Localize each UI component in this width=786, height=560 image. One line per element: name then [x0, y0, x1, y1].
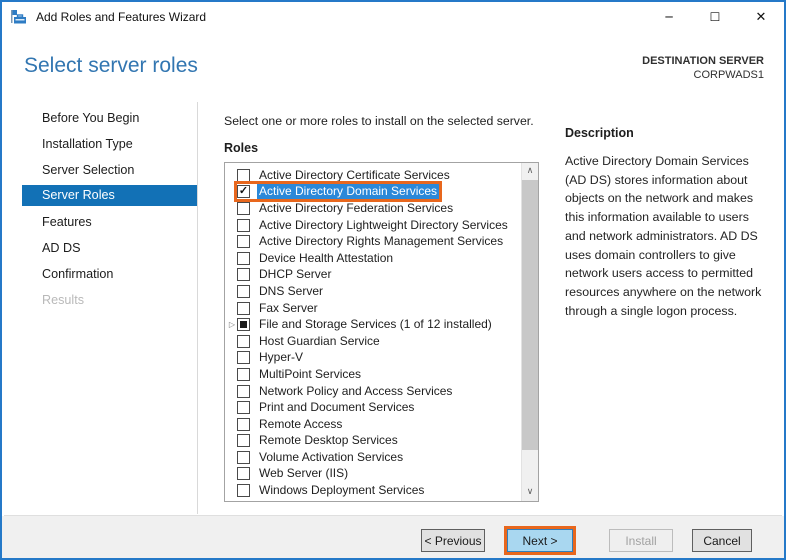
role-label: Fax Server: [259, 300, 318, 315]
sidebar-item-features[interactable]: Features: [2, 209, 197, 235]
role-row[interactable]: Fax Server: [225, 300, 521, 317]
role-row[interactable]: Remote Desktop Services: [225, 433, 521, 450]
role-row[interactable]: ▷ File and Storage Services (1 of 12 ins…: [225, 316, 521, 333]
role-label: Print and Document Services: [259, 400, 415, 415]
sidebar-item-confirmation[interactable]: Confirmation: [2, 261, 197, 287]
role-checkbox[interactable]: [237, 284, 250, 298]
role-row[interactable]: Remote Access: [225, 416, 521, 433]
close-button[interactable]: ✕: [738, 2, 784, 32]
role-row[interactable]: Print and Document Services: [225, 399, 521, 416]
role-row[interactable]: Device Health Attestation: [225, 250, 521, 267]
role-checkbox[interactable]: [237, 301, 250, 315]
role-checkbox[interactable]: [237, 434, 250, 448]
previous-button[interactable]: < Previous: [421, 529, 485, 552]
role-label: MultiPoint Services: [259, 366, 362, 381]
title-bar: Add Roles and Features Wizard ─ ☐ ✕: [2, 2, 784, 32]
role-row[interactable]: ✓ Active Directory Domain Services: [225, 181, 521, 203]
sidebar-item-server-roles[interactable]: Server Roles: [22, 185, 197, 206]
window-title: Add Roles and Features Wizard: [36, 10, 207, 24]
role-label: Network Policy and Access Services: [259, 383, 453, 398]
role-label: Remote Access: [259, 416, 343, 431]
role-row[interactable]: Volume Activation Services: [225, 449, 521, 466]
role-checkbox[interactable]: [237, 367, 250, 381]
role-label: Active Directory Rights Management Servi…: [259, 234, 504, 249]
role-label: Remote Desktop Services: [259, 433, 398, 448]
footer-button-bar: < Previous Next > Install Cancel: [2, 516, 784, 558]
description-heading: Description: [565, 126, 634, 140]
sidebar-item-installation-type[interactable]: Installation Type: [2, 131, 197, 157]
scroll-down-button[interactable]: ∨: [522, 484, 538, 501]
role-checkbox[interactable]: [237, 201, 250, 215]
role-checkbox[interactable]: [237, 168, 250, 182]
roles-rows: Active Directory Certificate Services ✓ …: [225, 163, 521, 501]
next-button[interactable]: Next >: [504, 526, 576, 555]
role-row[interactable]: Hyper-V: [225, 350, 521, 367]
role-label: Active Directory Domain Services: [257, 184, 440, 200]
role-label: File and Storage Services (1 of 12 insta…: [259, 317, 492, 332]
role-label: Volume Activation Services: [259, 449, 404, 464]
role-label: Hyper-V: [259, 350, 304, 365]
sidebar-item-before-you-begin[interactable]: Before You Begin: [2, 105, 197, 131]
roles-caption: Roles: [224, 141, 259, 155]
role-row[interactable]: Web Server (IIS): [225, 466, 521, 483]
cancel-button[interactable]: Cancel: [692, 529, 752, 552]
sidebar-item-results: Results: [42, 293, 84, 307]
role-checkbox[interactable]: [237, 218, 250, 232]
role-label: Device Health Attestation: [259, 250, 394, 265]
window-controls: ─ ☐ ✕: [646, 2, 784, 32]
role-row[interactable]: Active Directory Rights Management Servi…: [225, 233, 521, 250]
role-checkbox[interactable]: [237, 235, 250, 249]
role-checkbox[interactable]: [237, 268, 250, 282]
role-checkbox[interactable]: [237, 351, 250, 365]
scrollbar-track[interactable]: ∧ ∨: [521, 163, 538, 501]
scrollbar-thumb[interactable]: [522, 180, 538, 450]
role-row[interactable]: MultiPoint Services: [225, 366, 521, 383]
install-button: Install: [609, 529, 673, 552]
role-label: DNS Server: [259, 283, 324, 298]
destination-server-label: DESTINATION SERVER: [642, 55, 764, 67]
role-checkbox[interactable]: [237, 450, 250, 464]
role-checkbox[interactable]: [237, 484, 250, 498]
role-checkbox[interactable]: ✓: [237, 185, 250, 199]
role-row[interactable]: Active Directory Federation Services: [225, 200, 521, 217]
role-checkbox[interactable]: [237, 318, 250, 332]
role-checkbox[interactable]: [237, 401, 250, 415]
role-checkbox[interactable]: [237, 467, 250, 481]
wizard-steps-sidebar: Before You Begin Installation Type Serve…: [2, 105, 197, 313]
role-label: Windows Deployment Services: [259, 483, 425, 498]
role-checkbox[interactable]: [237, 417, 250, 431]
role-label: Active Directory Lightweight Directory S…: [259, 217, 508, 232]
role-row[interactable]: Network Policy and Access Services: [225, 383, 521, 400]
destination-server-name: CORPWADS1: [693, 69, 765, 81]
page-title: Select server roles: [24, 54, 198, 77]
role-label: Active Directory Certificate Services: [259, 167, 450, 182]
role-checkbox[interactable]: [237, 251, 250, 265]
instruction-text: Select one or more roles to install on t…: [224, 114, 534, 128]
role-row[interactable]: Host Guardian Service: [225, 333, 521, 350]
expand-arrow-icon[interactable]: ▷: [227, 320, 237, 329]
role-row[interactable]: Windows Deployment Services: [225, 482, 521, 499]
sidebar-divider: [197, 102, 198, 514]
role-row[interactable]: DNS Server: [225, 283, 521, 300]
role-row[interactable]: Active Directory Certificate Services: [225, 167, 521, 184]
maximize-button[interactable]: ☐: [692, 2, 738, 32]
role-label: DHCP Server: [259, 267, 332, 282]
role-row[interactable]: DHCP Server: [225, 267, 521, 284]
role-row[interactable]: Active Directory Lightweight Directory S…: [225, 217, 521, 234]
role-label: Active Directory Federation Services: [259, 200, 454, 215]
sidebar-item-ad-ds[interactable]: AD DS: [2, 235, 197, 261]
description-text: Active Directory Domain Services (AD DS)…: [565, 154, 762, 318]
scroll-up-button[interactable]: ∧: [522, 163, 538, 180]
role-checkbox[interactable]: [237, 334, 250, 348]
destination-server-block: DESTINATION SERVER CORPWADS1: [642, 54, 764, 82]
role-label: Host Guardian Service: [259, 333, 380, 348]
role-label: Web Server (IIS): [259, 466, 349, 481]
sidebar-item-server-selection[interactable]: Server Selection: [2, 157, 197, 183]
wizard-window: Add Roles and Features Wizard ─ ☐ ✕ Sele…: [0, 0, 786, 560]
wizard-app-icon: [10, 9, 28, 25]
roles-listbox: Active Directory Certificate Services ✓ …: [224, 162, 539, 502]
minimize-button[interactable]: ─: [646, 2, 692, 32]
role-checkbox[interactable]: [237, 384, 250, 398]
description-panel: Description Active Directory Domain Serv…: [565, 126, 768, 320]
